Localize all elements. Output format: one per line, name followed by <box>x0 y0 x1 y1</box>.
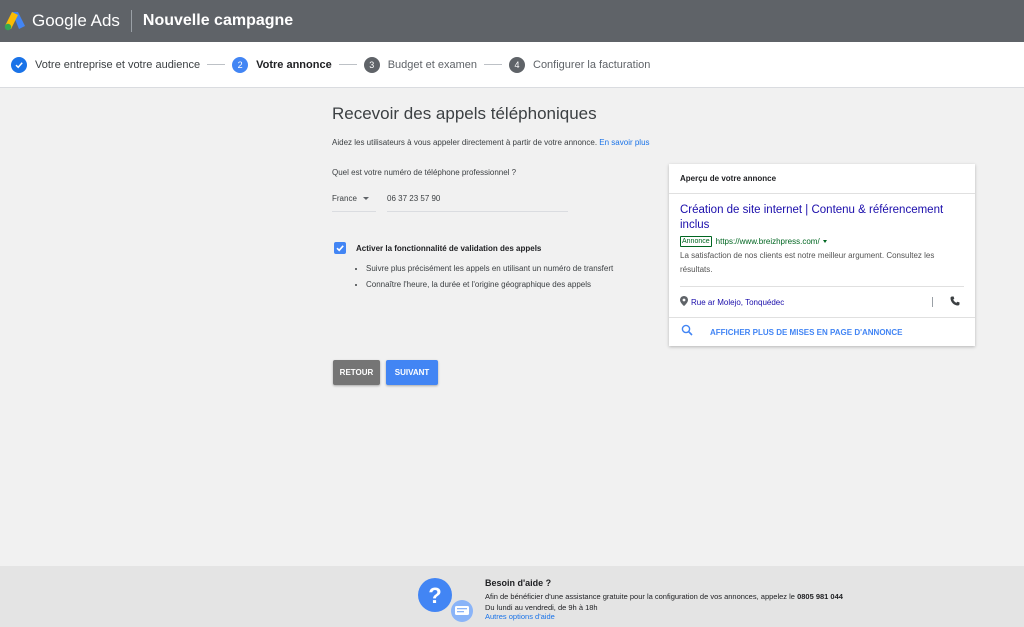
step-billing[interactable]: 4 Configurer la facturation <box>509 56 651 73</box>
svg-text:?: ? <box>428 583 441 608</box>
step-number: 4 <box>509 56 525 73</box>
section-title: Recevoir des appels téléphoniques <box>332 104 597 123</box>
back-button[interactable]: RETOUR <box>333 360 380 385</box>
phone-icon[interactable] <box>950 296 960 308</box>
step-business-audience[interactable]: Votre entreprise et votre audience <box>11 56 201 73</box>
next-button[interactable]: SUIVANT <box>386 360 438 385</box>
check-circle-icon <box>11 56 27 73</box>
ad-location[interactable]: Rue ar Molejo, Tonquédec <box>691 298 784 307</box>
help-description: Afin de bénéficier d'une assistance grat… <box>485 592 795 601</box>
step-number: 2 <box>232 56 249 73</box>
ad-headline[interactable]: Création de site internet | Contenu & ré… <box>680 203 964 233</box>
step-label: Votre annonce <box>256 58 332 71</box>
location-divider <box>932 297 933 307</box>
more-layouts-label: AFFICHER PLUS DE MISES EN PAGE D'ANNONCE <box>710 327 903 337</box>
call-settings-form: Recevoir des appels téléphoniques Aidez … <box>332 104 662 385</box>
list-item: Connaître l'heure, la durée et l'origine… <box>366 280 622 290</box>
ad-badge: Annonce <box>680 236 712 247</box>
ad-description: La satisfaction de nos clients est notre… <box>680 251 935 274</box>
help-chat-icon[interactable]: ? <box>417 576 475 627</box>
list-item: Suivre plus précisément les appels en ut… <box>366 264 622 274</box>
step-ad[interactable]: 2 Votre annonce <box>232 56 332 73</box>
country-select[interactable]: France <box>332 192 376 212</box>
country-value: France <box>332 194 357 203</box>
more-layouts-button[interactable]: AFFICHER PLUS DE MISES EN PAGE D'ANNONCE <box>669 317 975 346</box>
other-help-link[interactable]: Autres options d'aide <box>485 612 555 621</box>
search-icon <box>681 323 693 341</box>
dropdown-caret-icon <box>362 197 369 200</box>
description-text: Aidez les utilisateurs à vous appeler di… <box>332 138 598 147</box>
phone-number-input[interactable] <box>387 192 568 212</box>
phone-question-label: Quel est votre numéro de téléphone profe… <box>332 168 517 177</box>
step-label: Votre entreprise et votre audience <box>35 58 201 71</box>
location-pin-icon <box>680 296 688 308</box>
google-ads-logo-icon[interactable] <box>4 11 26 31</box>
page-title: Nouvelle campagne <box>142 12 294 29</box>
step-connector <box>484 64 502 65</box>
help-footer: ? Besoin d'aide ? Afin de bénéficier d'u… <box>0 566 1024 627</box>
checkbox-checked-icon[interactable] <box>334 242 346 254</box>
url-caret-icon <box>822 240 827 243</box>
phone-field-row: France <box>332 192 568 212</box>
campaign-stepper: Votre entreprise et votre audience 2 Vot… <box>0 42 1024 88</box>
ad-display-url: https://www.breizhpress.com/ <box>715 237 820 246</box>
ad-preview-card: Aperçu de votre annonce Création de site… <box>669 164 975 346</box>
brand-name: Google Ads <box>32 11 120 30</box>
step-connector <box>338 64 357 65</box>
benefits-list: Suivre plus précisément les appels en ut… <box>352 264 622 296</box>
ad-location-row: Rue ar Molejo, Tonquédec <box>680 287 964 317</box>
top-app-bar: Google Ads Nouvelle campagne <box>0 0 1024 42</box>
step-label: Configurer la facturation <box>533 58 651 71</box>
step-label: Budget et examen <box>387 58 477 71</box>
preview-title: Aperçu de votre annonce <box>669 164 975 194</box>
section-description: Aidez les utilisateurs à vous appeler di… <box>332 138 662 147</box>
help-title: Besoin d'aide ? <box>485 578 552 588</box>
call-validation-option[interactable]: Activer la fonctionnalité de validation … <box>334 242 541 254</box>
help-hours: Du lundi au vendredi, de 9h à 18h <box>485 603 598 612</box>
checkbox-label: Activer la fonctionnalité de validation … <box>356 243 542 253</box>
learn-more-link[interactable]: En savoir plus <box>599 138 649 147</box>
ad-url-row: Annonce https://www.breizhpress.com/ <box>680 236 964 247</box>
help-text: Afin de bénéficier d'une assistance grat… <box>485 591 843 613</box>
ad-preview: Création de site internet | Contenu & ré… <box>669 194 975 277</box>
header-divider <box>130 10 132 32</box>
step-number: 3 <box>363 56 380 73</box>
help-phone-number: 0805 981 044 <box>797 592 843 601</box>
step-connector <box>207 64 226 65</box>
step-budget[interactable]: 3 Budget et examen <box>363 56 477 73</box>
